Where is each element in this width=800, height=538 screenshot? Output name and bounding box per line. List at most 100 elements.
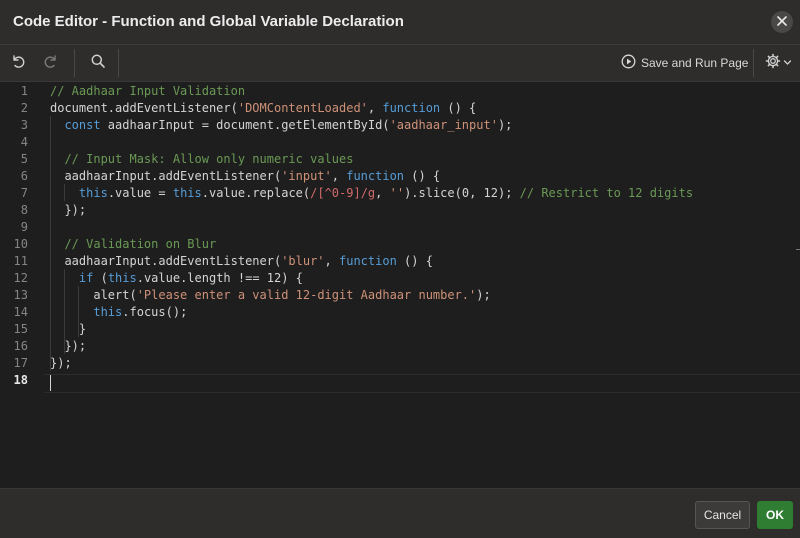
line-number: 5: [20, 152, 28, 166]
code-token: .focus();: [122, 305, 188, 319]
indent-guide: [64, 184, 65, 201]
dialog-title: Code Editor - Function and Global Variab…: [13, 13, 404, 30]
code-token: });: [50, 339, 87, 353]
toolbar-divider: [753, 49, 754, 77]
code-token: 'input': [281, 169, 332, 183]
save-and-run-label: Save and Run Page: [641, 56, 749, 70]
code-token: ).slice(0, 12);: [404, 186, 520, 200]
line-number: 6: [20, 169, 28, 183]
code-token: this: [78, 186, 108, 200]
code-token: // Restrict to 12 digits: [519, 186, 694, 200]
close-button[interactable]: [771, 11, 793, 33]
code-token: () {: [404, 169, 441, 183]
close-icon: [777, 13, 787, 31]
code-line: // Validation on Blur: [50, 236, 216, 253]
current-line-highlight: [44, 374, 800, 393]
undo-button[interactable]: [6, 45, 30, 81]
toolbar-divider: [118, 49, 119, 77]
code-token: /[^0-9]/g: [310, 186, 376, 200]
gear-icon: [765, 53, 781, 74]
line-number: 12: [13, 271, 28, 285]
indent-guide: [78, 286, 79, 337]
code-token: ,: [324, 254, 339, 268]
line-number-gutter: 1 2 3 4 5 6 7 8 9 10 11 12 13 14 15 16 17 18: [0, 82, 36, 488]
code-token: 'blur': [281, 254, 325, 268]
editor-toolbar: Save and Run Page: [0, 45, 800, 82]
search-icon: [90, 53, 106, 74]
line-number: 3: [20, 118, 28, 132]
code-token: aadhaarInput = document.getElementById(: [100, 118, 390, 132]
settings-menu-button[interactable]: [765, 53, 792, 73]
cancel-button[interactable]: Cancel: [695, 501, 750, 529]
code-token: 'aadhaar_input': [389, 118, 498, 132]
save-and-run-button[interactable]: Save and Run Page: [621, 53, 748, 73]
code-token: alert(: [50, 288, 137, 302]
code-line: // Aadhaar Input Validation: [50, 83, 245, 100]
code-token: ,: [375, 186, 390, 200]
code-line: this.value = this.value.replace(/[^0-9]/…: [50, 185, 693, 202]
code-line: document.addEventListener('DOMContentLoa…: [50, 100, 476, 117]
indent-guide: [50, 116, 51, 371]
code-token: }: [50, 322, 87, 336]
code-token: 'Please enter a valid 12-digit Aadhaar n…: [136, 288, 477, 302]
line-number: 14: [13, 305, 28, 319]
code-token: document.addEventListener(: [50, 101, 238, 115]
line-number: 11: [13, 254, 28, 268]
line-number: 4: [20, 135, 28, 149]
chevron-down-icon: [783, 54, 792, 72]
code-token: ,: [331, 169, 347, 183]
undo-icon: [10, 53, 26, 74]
code-token: function: [346, 169, 405, 183]
code-token: 'DOMContentLoaded': [237, 101, 368, 115]
code-line: });: [50, 338, 86, 355]
code-line: });: [50, 355, 72, 372]
code-line: }: [50, 321, 86, 338]
code-token: .value.replace(: [201, 186, 311, 200]
ok-button[interactable]: OK: [757, 501, 793, 529]
dialog-footer: Cancel OK: [0, 488, 800, 538]
line-number: 8: [20, 203, 28, 217]
scrollbar-marker[interactable]: [796, 249, 800, 250]
code-token: aadhaarInput.addEventListener(: [50, 169, 282, 183]
code-token: .value.length !== 12) {: [136, 271, 303, 285]
line-number: 10: [13, 237, 28, 251]
code-token: );: [476, 288, 491, 302]
code-line: alert('Please enter a valid 12-digit Aad…: [50, 287, 491, 304]
line-number: 7: [20, 186, 28, 200]
line-number: 16: [13, 339, 28, 353]
code-token: function: [339, 254, 397, 268]
dialog-titlebar: Code Editor - Function and Global Variab…: [0, 0, 800, 45]
line-number: 18: [13, 373, 28, 387]
play-circle-icon: [621, 54, 636, 72]
search-button[interactable]: [86, 45, 110, 81]
line-number: 17: [13, 356, 28, 370]
redo-icon: [43, 53, 59, 74]
code-line: if (this.value.length !== 12) {: [50, 270, 303, 287]
code-line: // Input Mask: Allow only numeric values: [50, 151, 353, 168]
code-token: .value =: [107, 186, 173, 200]
code-token: this: [172, 186, 202, 200]
code-token: '': [389, 186, 405, 200]
code-editor-dialog: Code Editor - Function and Global Variab…: [0, 0, 800, 538]
code-token: // Aadhaar Input Validation: [50, 84, 246, 98]
code-token: // Input Mask: Allow only numeric values: [64, 152, 354, 166]
code-token: () {: [440, 101, 477, 115]
line-number: 15: [13, 322, 28, 336]
code-token: () {: [396, 254, 433, 268]
code-token: this: [107, 271, 137, 285]
line-number: 9: [20, 220, 28, 234]
code-line: const aadhaarInput = document.getElement…: [50, 117, 512, 134]
code-token: const: [64, 118, 101, 132]
redo-button[interactable]: [39, 45, 63, 81]
code-editor[interactable]: 1 2 3 4 5 6 7 8 9 10 11 12 13 14 15 16 17 18 // Aadhaar I…: [0, 82, 800, 488]
code-line: aadhaarInput.addEventListener('input', f…: [50, 168, 440, 185]
code-token: });: [50, 356, 72, 370]
code-token: aadhaarInput.addEventListener(: [50, 254, 282, 268]
code-token: function: [382, 101, 441, 115]
text-caret: [50, 375, 51, 391]
toolbar-divider: [74, 49, 75, 77]
